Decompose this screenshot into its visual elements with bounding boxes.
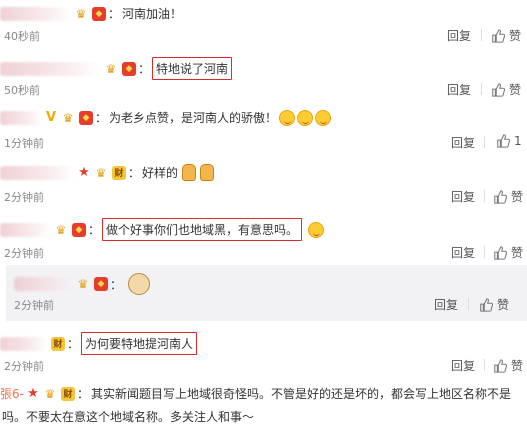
red-envelope-icon: ◆: [122, 61, 136, 76]
username-blurred[interactable]: [0, 336, 48, 351]
like-button[interactable]: 赞: [491, 81, 521, 98]
colon: ：: [76, 387, 89, 401]
star-icon: ★: [27, 386, 39, 401]
cat-emoji-icon: [128, 273, 151, 295]
colon: ：: [67, 337, 80, 351]
comment-text-line1: 其实新闻题目写上地域很奇怪吗。不管是好的还是坏的，都会写上地区名称不是: [90, 387, 511, 401]
comment-text: 好样的: [142, 166, 179, 180]
divider: [481, 29, 482, 41]
like-button[interactable]: 赞: [493, 357, 523, 374]
comment-text-line2: 吗。不要太在意这个地域名称。多关注人和事～: [2, 410, 255, 424]
like-label: 赞: [509, 29, 522, 43]
username-blurred[interactable]: [0, 165, 75, 180]
crown-icon: ♛: [62, 110, 74, 125]
fortune-badge: 财: [51, 336, 65, 351]
thumbs-up-icon: [480, 297, 493, 312]
crown-icon: ♛: [75, 6, 87, 21]
fortune-badge: 财: [112, 165, 126, 180]
username-blurred[interactable]: [0, 110, 42, 125]
fortune-badge: 财: [60, 386, 75, 401]
like-label: 赞: [511, 246, 524, 260]
like-count: 1: [514, 134, 522, 148]
like-label: 赞: [509, 83, 522, 97]
comment-text: 为老乡点赞，是河南人的骄傲！: [109, 111, 278, 125]
comment-text-highlighted: 做个好事你们也地域黑，有意思吗。: [102, 218, 303, 241]
colon: ：: [138, 62, 151, 76]
divider: [484, 136, 485, 148]
like-button[interactable]: 赞: [493, 244, 523, 261]
divider: [484, 359, 485, 371]
emoji-icon: [279, 109, 296, 126]
thumbs-up-emoji-icon: [200, 164, 215, 181]
crown-icon: ♛: [95, 165, 107, 180]
crown-icon: ♛: [44, 386, 56, 401]
star-icon: ★: [78, 165, 90, 180]
sub-reply-item: ♛ ◆ ： 2分钟前 回复 赞: [6, 265, 527, 321]
comment-text-highlighted: 特地说了河南: [152, 57, 233, 80]
comment-time: 2分钟前: [4, 191, 44, 204]
divider: [484, 190, 485, 202]
colon: ：: [110, 277, 123, 292]
thumbs-up-icon: [492, 28, 505, 43]
emoji-icon: [297, 109, 314, 126]
crown-icon: ♛: [77, 277, 89, 291]
thumbs-up-icon: [494, 189, 507, 204]
comment-time: 50秒前: [4, 84, 40, 97]
like-button[interactable]: 赞: [493, 188, 523, 205]
red-envelope-icon: ◆: [94, 277, 108, 291]
thumbs-up-icon: [494, 245, 507, 260]
like-button[interactable]: 1: [496, 134, 522, 148]
thumbs-up-icon: [492, 82, 505, 97]
username[interactable]: 張6-: [0, 385, 24, 402]
reply-button[interactable]: 回复: [451, 188, 475, 205]
like-label: 赞: [511, 190, 524, 204]
username-blurred[interactable]: [0, 61, 100, 76]
divider: [468, 298, 469, 310]
comment-text: 河南加油！: [122, 7, 183, 21]
comment-time: 2分钟前: [14, 299, 54, 312]
username-blurred[interactable]: [0, 222, 50, 237]
red-envelope-icon: ◆: [72, 222, 86, 237]
reply-button[interactable]: 回复: [447, 27, 471, 44]
reply-button[interactable]: 回复: [447, 81, 471, 98]
thumbs-up-emoji-icon: [182, 164, 197, 181]
emoji-icon: [308, 221, 325, 238]
emoji-icon: [315, 109, 332, 126]
comment-time: 40秒前: [4, 30, 40, 43]
divider: [484, 246, 485, 258]
reply-button[interactable]: 回复: [451, 244, 475, 261]
thumbs-up-icon: [497, 134, 510, 148]
comment-text-highlighted: 为何要特地提河南人: [81, 332, 198, 355]
verified-v-icon: V: [45, 110, 57, 125]
colon: ：: [95, 111, 108, 125]
comment-time: 2分钟前: [4, 247, 44, 260]
colon: ：: [88, 223, 101, 237]
like-label: 赞: [511, 359, 524, 373]
crown-icon: ♛: [55, 222, 67, 237]
divider: [481, 83, 482, 95]
like-button[interactable]: 赞: [491, 27, 521, 44]
reply-button[interactable]: 回复: [434, 296, 458, 313]
like-button[interactable]: 赞: [479, 296, 509, 313]
reply-button[interactable]: 回复: [451, 357, 475, 374]
thumbs-up-icon: [494, 358, 507, 373]
username-blurred[interactable]: [0, 6, 70, 21]
red-envelope-icon: ◆: [92, 6, 106, 21]
like-label: 赞: [497, 298, 510, 312]
crown-icon: ♛: [105, 61, 117, 76]
comment-time: 2分钟前: [4, 360, 44, 373]
colon: ：: [128, 166, 141, 180]
colon: ：: [108, 7, 121, 21]
reply-button[interactable]: 回复: [451, 134, 475, 151]
comment-time: 1分钟前: [4, 137, 44, 150]
red-envelope-icon: ◆: [79, 110, 93, 125]
username-blurred[interactable]: [14, 277, 72, 291]
